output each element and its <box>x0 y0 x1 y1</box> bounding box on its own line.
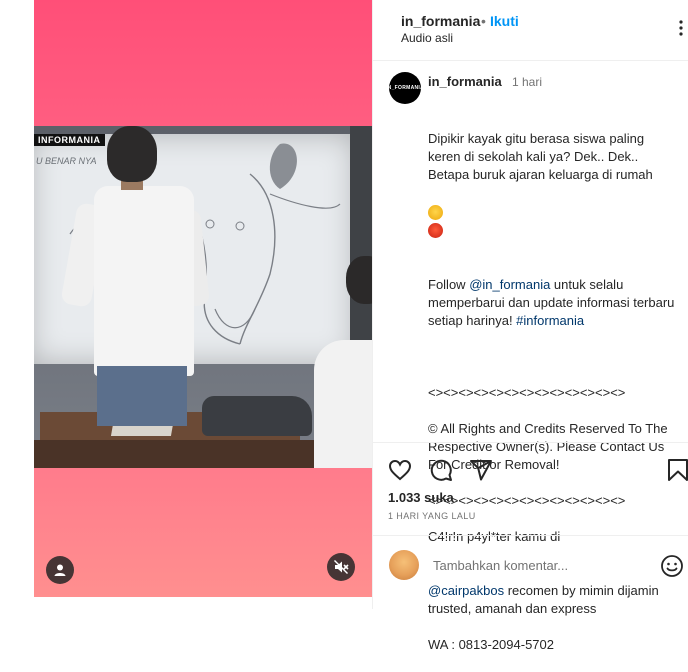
actions-divider <box>373 442 688 443</box>
user-icon <box>54 564 66 576</box>
share-button[interactable] <box>469 458 493 487</box>
avatar[interactable]: IN_FORMANIA <box>386 72 424 104</box>
promo-line: C4!r!n p4yl*ter kamu di <box>428 529 561 544</box>
comment-input[interactable]: Tambahkan komentar... <box>433 558 568 573</box>
like-count[interactable]: 1.033 suka <box>388 490 454 505</box>
like-button[interactable] <box>388 458 412 487</box>
post-sidebar: in_formania • Ikuti Audio asli IN_FORMAN… <box>372 0 688 652</box>
caption-time[interactable]: 1 hari <box>512 75 542 89</box>
share-icon <box>470 460 492 481</box>
desk-front <box>34 440 324 468</box>
page-margin <box>0 0 34 609</box>
follow-prefix: Follow <box>428 277 470 292</box>
post-media[interactable]: INFORMANIA U BENAR NYA <box>34 0 372 597</box>
separator-line: <><><><><><><><><><><><><> <box>428 493 626 508</box>
more-icon[interactable] <box>679 20 683 41</box>
header-divider <box>373 60 688 61</box>
follow-button[interactable]: Ikuti <box>490 13 519 29</box>
caption-text: Dipikir kayak gitu berasa siswa paling k… <box>428 93 678 672</box>
comment-icon <box>430 459 452 481</box>
mute-button[interactable] <box>327 553 355 581</box>
hashtag-link[interactable]: #informania <box>516 313 584 328</box>
commenter-avatar <box>389 550 419 580</box>
standing-student <box>60 126 210 426</box>
seated-student <box>296 256 372 468</box>
rights-text: © All Rights and Credits Reserved To The… <box>428 421 668 472</box>
post-date[interactable]: 1 HARI YANG LALU <box>388 511 476 521</box>
tagged-user-button[interactable] <box>46 556 74 584</box>
save-button[interactable] <box>667 458 688 487</box>
comment-divider <box>373 535 688 536</box>
heart-icon <box>388 459 412 481</box>
promo-mention-link[interactable]: @cairpakbos <box>428 583 504 598</box>
header-username[interactable]: in_formania <box>401 13 480 29</box>
audio-link[interactable]: Audio asli <box>401 31 453 45</box>
comment-button[interactable] <box>429 458 453 487</box>
separator-line: <><><><><><><><><><><><><> <box>428 385 626 400</box>
caption-body: Dipikir kayak gitu berasa siswa paling k… <box>428 131 653 182</box>
bookmark-icon <box>668 459 688 481</box>
caption-username[interactable]: in_formania <box>428 74 502 89</box>
emoji-button[interactable] <box>660 554 684 583</box>
angry-face-emoji-icon <box>428 223 443 238</box>
emoji-icon <box>661 555 683 577</box>
header-separator: • <box>481 13 486 29</box>
whatsapp-contact: WA : 0813-2094-5702 <box>428 637 554 652</box>
mute-icon <box>334 560 349 574</box>
grimace-emoji-icon <box>428 205 443 220</box>
video-frame[interactable]: INFORMANIA U BENAR NYA <box>34 126 372 468</box>
mention-link[interactable]: @in_formania <box>469 277 550 292</box>
